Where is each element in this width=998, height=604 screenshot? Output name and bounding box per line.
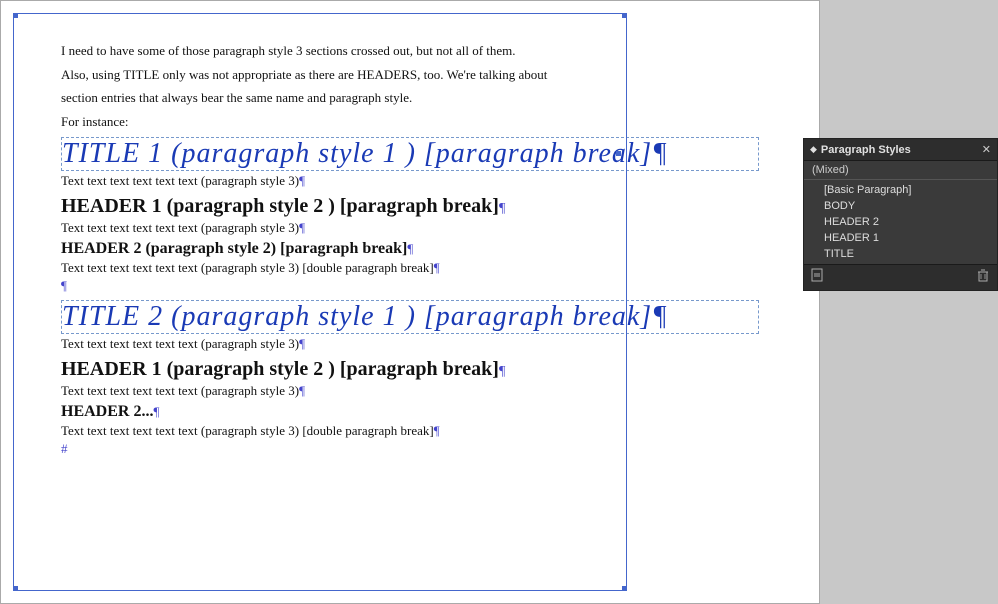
intro-line1: I need to have some of those paragraph s… [61, 41, 759, 61]
body5-text: Text text text text text text (paragraph… [61, 383, 759, 399]
style-item-header1[interactable]: HEADER 1 [804, 230, 997, 246]
panel-title: Paragraph Styles [821, 144, 911, 156]
panel-title-left: ◆ Paragraph Styles [810, 144, 911, 156]
selection-right [626, 13, 627, 591]
selection-bottom [13, 590, 627, 591]
title1-text: TITLE 1 (paragraph style 1 ) [paragraph … [61, 137, 759, 171]
style-item-header2[interactable]: HEADER 2 [804, 214, 997, 230]
body1-text: Text text text text text text (paragraph… [61, 173, 759, 189]
title2-text: TITLE 2 (paragraph style 1 ) [paragraph … [61, 300, 759, 334]
body4-text: Text text text text text text (paragraph… [61, 336, 759, 352]
panel-close-button[interactable]: ✕ [982, 143, 991, 156]
panel-new-style-icon[interactable] [810, 267, 826, 288]
header1-2-text: HEADER 1 (paragraph style 2 ) [paragraph… [61, 358, 759, 381]
panel-mixed-label: (Mixed) [804, 161, 997, 180]
intro-line4: For instance: [61, 112, 759, 132]
panel-titlebar: ◆ Paragraph Styles ✕ [804, 139, 997, 161]
panel-delete-style-icon[interactable] [975, 267, 991, 288]
style-item-basic[interactable]: [Basic Paragraph] [804, 182, 997, 198]
panel-diamond-icon: ◆ [810, 144, 817, 155]
style-item-body[interactable]: BODY [804, 198, 997, 214]
document-canvas: I need to have some of those paragraph s… [0, 0, 820, 604]
selection-top [13, 13, 627, 14]
header2-2-text: HEADER 2...¶ [61, 403, 759, 421]
intro-line3: section entries that always bear the sam… [61, 88, 759, 108]
title1-pilcrow: ¶ [652, 138, 668, 169]
panel-footer [804, 264, 997, 290]
title2-pilcrow: ¶ [652, 301, 668, 332]
body6-text: Text text text text text text (paragraph… [61, 423, 759, 439]
body3-text: Text text text text text text (paragraph… [61, 260, 759, 276]
header1-1-text: HEADER 1 (paragraph style 2 ) [paragraph… [61, 195, 759, 218]
spacer-para: ¶ [61, 278, 759, 294]
style-list: [Basic Paragraph] BODY HEADER 2 HEADER 1… [804, 180, 997, 264]
intro-line2: Also, using TITLE only was not appropria… [61, 65, 759, 85]
body2-text: Text text text text text text (paragraph… [61, 220, 759, 236]
style-item-title[interactable]: TITLE [804, 246, 997, 262]
header2-1-text: HEADER 2 (paragraph style 2) [paragraph … [61, 240, 759, 258]
selection-left [13, 13, 14, 591]
hash-marker: # [61, 441, 759, 457]
paragraph-styles-panel: ◆ Paragraph Styles ✕ (Mixed) [Basic Para… [803, 138, 998, 291]
title-marker [616, 151, 621, 156]
